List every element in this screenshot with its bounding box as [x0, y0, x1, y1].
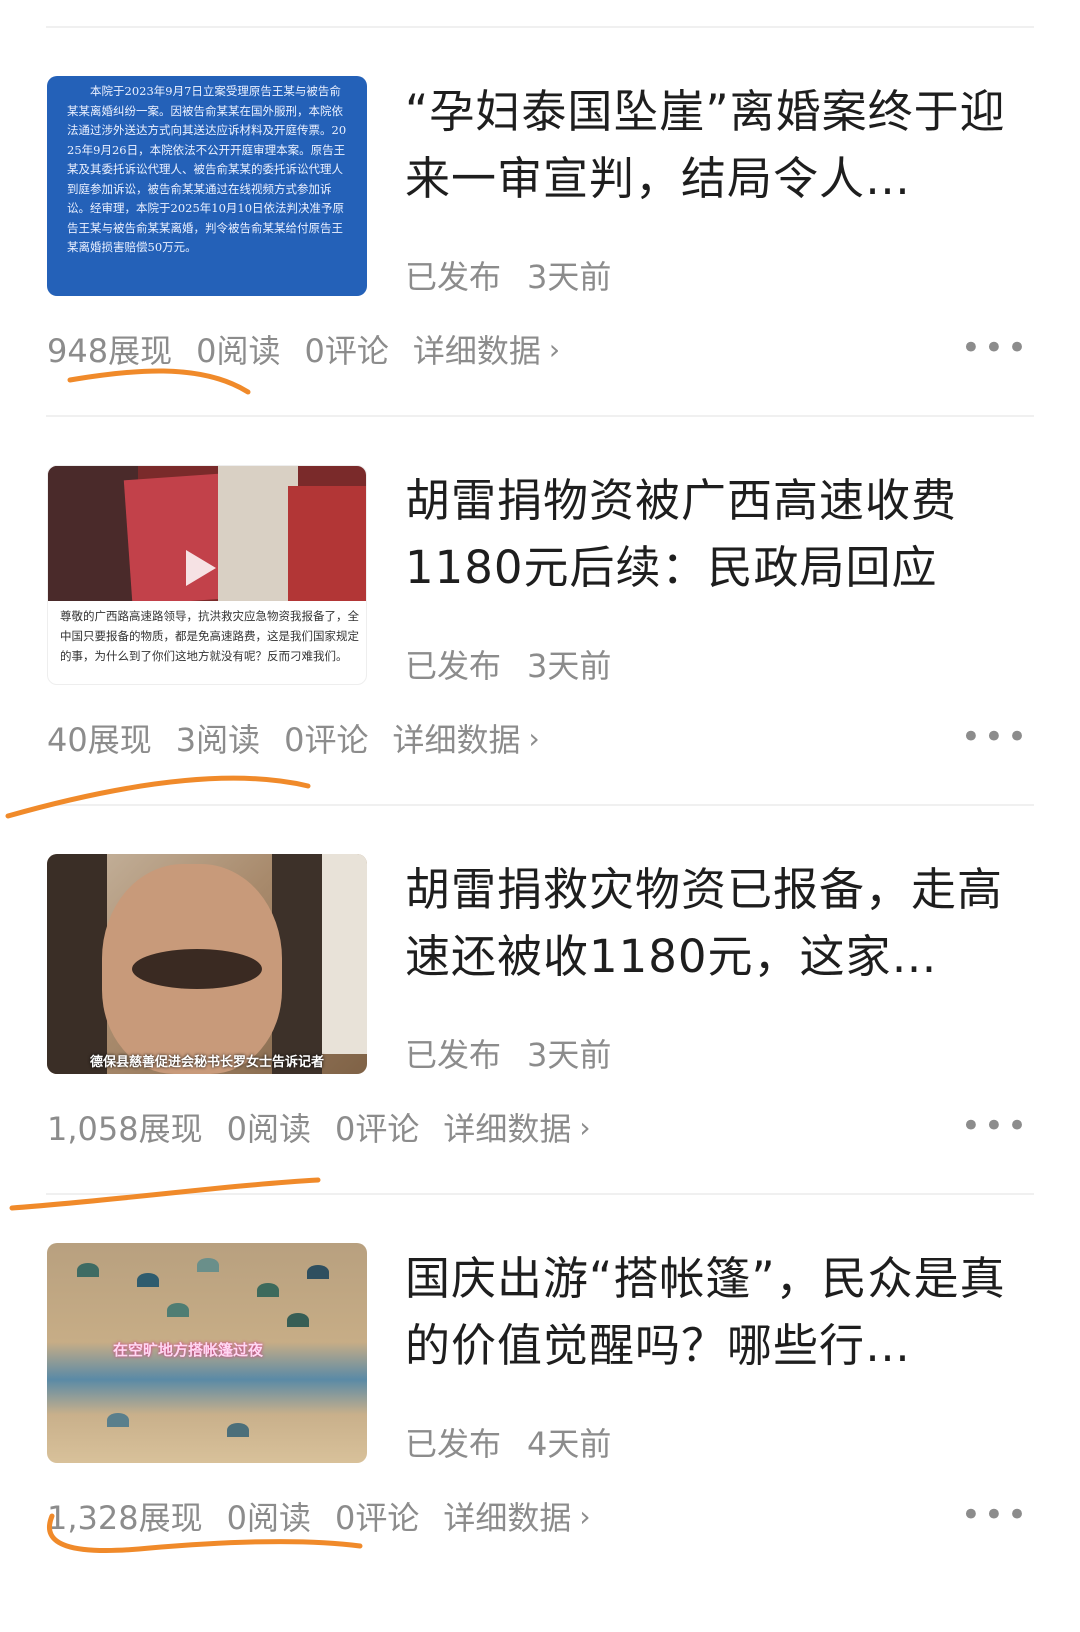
article-title[interactable]: 国庆出游“搭帐篷”，民众是真的价值觉醒吗？哪些行…: [405, 1245, 1025, 1379]
article-card-1[interactable]: 本院于2023年9月7日立案受理原告王某与被告俞某某离婚纠纷一案。因被告俞某某在…: [0, 76, 1080, 465]
article-meta: 已发布 3天前: [405, 641, 611, 687]
article-thumbnail[interactable]: 尊敬的广西路高速路领导，抗洪救灾应急物资我报备了，全中国只要报备的物质，都是免高…: [47, 465, 367, 685]
publish-time: 3天前: [527, 1036, 612, 1074]
article-meta: 已发布 3天前: [405, 252, 611, 298]
article-meta: 已发布 4天前: [405, 1419, 611, 1465]
detail-data-link[interactable]: 详细数据 ›: [392, 715, 539, 761]
publish-time: 4天前: [527, 1425, 612, 1463]
more-dots-icon[interactable]: •••: [961, 717, 1030, 757]
more-dots-icon[interactable]: •••: [961, 328, 1030, 368]
impressions-count: 1,328展现: [47, 1499, 203, 1537]
detail-data-link[interactable]: 详细数据 ›: [443, 1104, 590, 1150]
article-divider: [46, 1193, 1034, 1195]
thumbnail-document-text: 本院于2023年9月7日立案受理原告王某与被告俞某某离婚纠纷一案。因被告俞某某在…: [67, 84, 347, 254]
article-divider: [46, 804, 1034, 806]
article-card-4[interactable]: 在空旷地方搭帐篷过夜 国庆出游“搭帐篷”，民众是真的价值觉醒吗？哪些行… 已发布…: [0, 1243, 1080, 1632]
comments-count: 0评论: [304, 332, 389, 370]
publish-status: 已发布: [405, 1425, 502, 1463]
thumbnail-caption: 尊敬的广西路高速路领导，抗洪救灾应急物资我报备了，全中国只要报备的物质，都是免高…: [60, 609, 359, 663]
video-frame: [48, 466, 366, 601]
article-title[interactable]: 胡雷捐救灾物资已报备，走高速还被收1180元，这家…: [405, 856, 1025, 990]
reads-count: 3阅读: [175, 721, 261, 759]
reads-count: 0阅读: [226, 1110, 311, 1148]
publish-time: 3天前: [527, 647, 612, 685]
chevron-right-icon: ›: [548, 332, 561, 366]
detail-data-label: 详细数据: [392, 721, 521, 759]
thumbnail-subtitle: 德保县慈善促进会秘书长罗女士告诉记者: [89, 1055, 324, 1070]
more-dots-icon[interactable]: •••: [961, 1495, 1030, 1535]
article-card-3[interactable]: 德保县慈善促进会秘书长罗女士告诉记者 胡雷捐救灾物资已报备，走高速还被收1180…: [0, 854, 1080, 1243]
thumbnail-overlay-text: 在空旷地方搭帐篷过夜: [113, 1341, 264, 1359]
article-divider: [46, 415, 1034, 417]
impressions-count: 40展现: [47, 721, 152, 759]
article-meta: 已发布 3天前: [405, 1030, 611, 1076]
impressions-count: 1,058展现: [47, 1110, 203, 1148]
impressions-count: 948展现: [47, 332, 173, 370]
more-dots-icon[interactable]: •••: [961, 1106, 1030, 1146]
reads-count: 0阅读: [226, 1499, 311, 1537]
detail-data-label: 详细数据: [412, 332, 541, 370]
article-stats: 40展现 3阅读 0评论 详细数据 ›: [47, 715, 540, 761]
article-stats: 948展现 0阅读 0评论 详细数据 ›: [47, 326, 560, 372]
reads-count: 0阅读: [196, 332, 281, 370]
publish-status: 已发布: [405, 647, 502, 685]
detail-data-label: 详细数据: [443, 1110, 572, 1148]
article-title[interactable]: “孕妇泰国坠崖”离婚案终于迎来一审宣判，结局令人…: [405, 78, 1025, 212]
chevron-right-icon: ›: [528, 721, 540, 755]
article-thumbnail[interactable]: 本院于2023年9月7日立案受理原告王某与被告俞某某离婚纠纷一案。因被告俞某某在…: [47, 76, 367, 296]
article-card-2[interactable]: 尊敬的广西路高速路领导，抗洪救灾应急物资我报备了，全中国只要报备的物质，都是免高…: [0, 465, 1080, 854]
publish-status: 已发布: [405, 258, 502, 296]
publish-time: 3天前: [527, 258, 612, 296]
comments-count: 0评论: [335, 1110, 420, 1148]
chevron-right-icon: ›: [579, 1499, 591, 1533]
article-stats: 1,328展现 0阅读 0评论 详细数据 ›: [47, 1493, 591, 1539]
play-icon: [186, 550, 216, 586]
publish-status: 已发布: [405, 1036, 502, 1074]
detail-data-label: 详细数据: [443, 1499, 572, 1537]
comments-count: 0评论: [335, 1499, 420, 1537]
article-thumbnail[interactable]: 在空旷地方搭帐篷过夜: [47, 1243, 367, 1463]
article-thumbnail[interactable]: 德保县慈善促进会秘书长罗女士告诉记者: [47, 854, 367, 1074]
comments-count: 0评论: [284, 721, 369, 759]
article-stats: 1,058展现 0阅读 0评论 详细数据 ›: [47, 1104, 591, 1150]
detail-data-link[interactable]: 详细数据 ›: [413, 326, 560, 372]
top-divider: [46, 26, 1034, 28]
chevron-right-icon: ›: [579, 1110, 591, 1144]
detail-data-link[interactable]: 详细数据 ›: [443, 1493, 590, 1539]
article-title[interactable]: 胡雷捐物资被广西高速收费1180元后续：民政局回应: [405, 467, 1025, 601]
